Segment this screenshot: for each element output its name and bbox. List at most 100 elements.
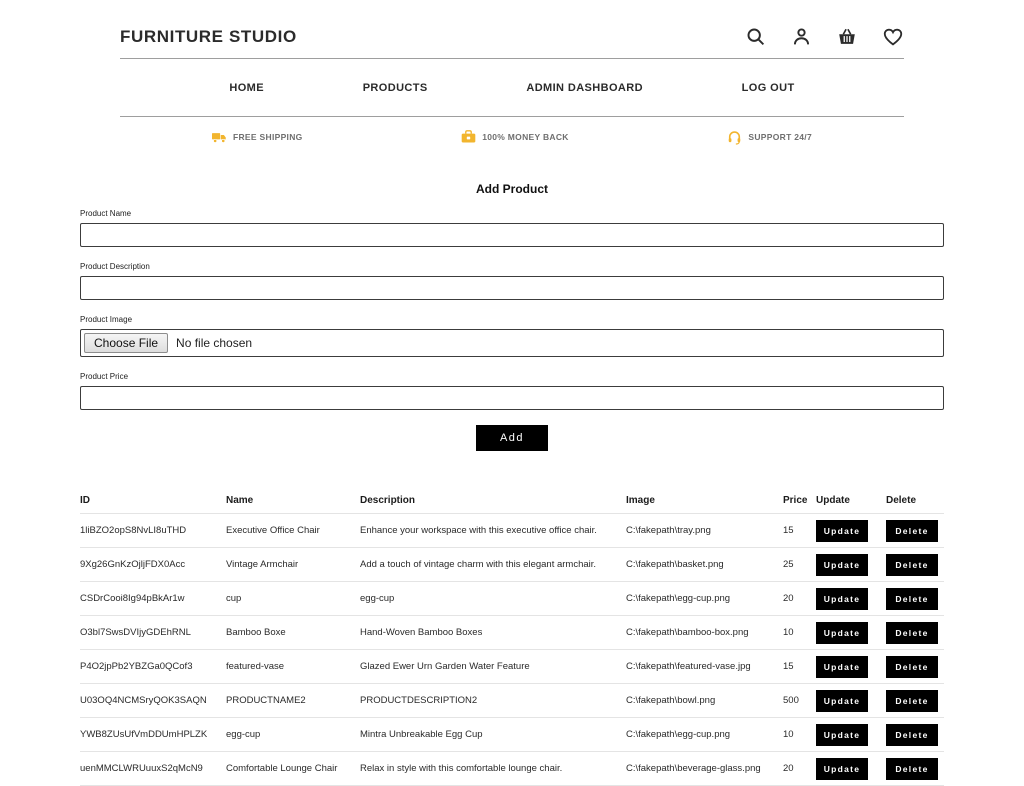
delete-button[interactable]: Delete xyxy=(886,689,938,712)
feature-label: SUPPORT 24/7 xyxy=(748,132,812,142)
update-button[interactable]: Update xyxy=(816,689,868,712)
delete-button[interactable]: Delete xyxy=(886,519,938,542)
cell-name: Bamboo Boxe xyxy=(226,627,286,638)
update-button[interactable]: Update xyxy=(816,587,868,610)
col-header-image: Image xyxy=(626,494,655,506)
cell-price: 15 xyxy=(783,661,794,672)
product-table-body: 1liBZO2opS8NvLI8uTHD Executive Office Ch… xyxy=(80,514,944,786)
product-name-label: Product Name xyxy=(80,209,132,218)
delete-button[interactable]: Delete xyxy=(886,621,938,644)
add-button[interactable]: Add xyxy=(475,425,549,451)
cell-id: O3bl7SwsDVIjyGDEhRNL xyxy=(80,627,191,638)
cell-image: C:\fakepath\beverage-glass.png xyxy=(626,763,761,774)
cell-name: Executive Office Chair xyxy=(226,525,320,536)
product-name-input[interactable] xyxy=(80,223,944,247)
cell-id: uenMMCLWRUuuxS2qMcN9 xyxy=(80,763,203,774)
product-image-file-input[interactable]: Choose File No file chosen xyxy=(80,329,944,357)
feature-free-shipping: FREE SHIPPING xyxy=(212,130,303,145)
headset-icon xyxy=(727,130,742,145)
features-strip: FREE SHIPPING 100% MONEY BACK SUPPORT 24… xyxy=(212,117,812,157)
cell-id: CSDrCooi8Ig94pBkAr1w xyxy=(80,593,185,604)
cell-name: cup xyxy=(226,593,242,604)
wishlist-heart-icon[interactable] xyxy=(882,26,904,48)
cell-price: 20 xyxy=(783,593,794,604)
product-price-input[interactable] xyxy=(80,386,944,410)
cell-price: 20 xyxy=(783,763,794,774)
nav-home[interactable]: HOME xyxy=(229,82,264,94)
cell-name: Comfortable Lounge Chair xyxy=(226,763,338,774)
delete-button[interactable]: Delete xyxy=(886,587,938,610)
cell-name: featured-vase xyxy=(226,661,285,672)
cart-icon[interactable] xyxy=(836,26,858,48)
page: FURNITURE STUDIO HOME PRODUCTS ADMIN DAS… xyxy=(0,0,1024,786)
col-header-description: Description xyxy=(360,494,416,506)
delete-button[interactable]: Delete xyxy=(886,655,938,678)
cell-price: 10 xyxy=(783,729,794,740)
nav-admin-dashboard[interactable]: ADMIN DASHBOARD xyxy=(526,82,643,94)
cell-image: C:\fakepath\bowl.png xyxy=(626,695,716,706)
brand-logo[interactable]: FURNITURE STUDIO xyxy=(120,27,297,47)
file-status-text: No file chosen xyxy=(176,336,253,350)
cell-image: C:\fakepath\bamboo-box.png xyxy=(626,627,749,638)
table-row: 9Xg26GnKzOjljFDX0Acc Vintage Armchair Ad… xyxy=(80,548,944,582)
money-back-icon xyxy=(461,130,476,145)
product-description-label: Product Description xyxy=(80,262,150,271)
col-header-price: Price xyxy=(783,494,808,506)
table-header-row: ID Name Description Image Price Update D… xyxy=(80,487,944,514)
header-icons xyxy=(744,26,904,48)
col-header-name: Name xyxy=(226,494,254,506)
cell-price: 10 xyxy=(783,627,794,638)
feature-label: 100% MONEY BACK xyxy=(482,132,569,142)
table-row: P4O2jpPb2YBZGa0QCof3 featured-vase Glaze… xyxy=(80,650,944,684)
update-button[interactable]: Update xyxy=(816,655,868,678)
update-button[interactable]: Update xyxy=(816,757,868,780)
products-table: ID Name Description Image Price Update D… xyxy=(80,487,944,786)
table-row: CSDrCooi8Ig94pBkAr1w cup egg-cup C:\fake… xyxy=(80,582,944,616)
main-content: Add Product Product Name Product Descrip… xyxy=(80,182,944,786)
cell-id: U03OQ4NCMSryQOK3SAQN xyxy=(80,695,207,706)
cell-image: C:\fakepath\basket.png xyxy=(626,559,724,570)
cell-description: Hand-Woven Bamboo Boxes xyxy=(360,627,483,638)
product-price-label: Product Price xyxy=(80,372,129,381)
cell-id: YWB8ZUsUfVmDDUmHPLZK xyxy=(80,729,208,740)
cell-id: 1liBZO2opS8NvLI8uTHD xyxy=(80,525,187,536)
delete-button[interactable]: Delete xyxy=(886,757,938,780)
feature-label: FREE SHIPPING xyxy=(233,132,303,142)
account-icon[interactable] xyxy=(790,26,812,48)
truck-icon xyxy=(212,130,227,145)
col-header-delete: Delete xyxy=(886,494,917,506)
cell-description: egg-cup xyxy=(360,593,395,604)
add-product-form: Product Name Product Description Product… xyxy=(80,209,944,451)
cell-image: C:\fakepath\egg-cup.png xyxy=(626,729,731,740)
cell-price: 25 xyxy=(783,559,794,570)
col-header-id: ID xyxy=(80,494,90,506)
cell-name: PRODUCTNAME2 xyxy=(226,695,306,706)
delete-button[interactable]: Delete xyxy=(886,723,938,746)
search-icon[interactable] xyxy=(744,26,766,48)
main-nav: HOME PRODUCTS ADMIN DASHBOARD LOG OUT xyxy=(120,59,904,116)
update-button[interactable]: Update xyxy=(816,723,868,746)
delete-button[interactable]: Delete xyxy=(886,553,938,576)
cell-image: C:\fakepath\featured-vase.jpg xyxy=(626,661,751,672)
choose-file-button[interactable]: Choose File xyxy=(84,333,169,353)
add-product-title: Add Product xyxy=(476,182,548,196)
table-row: 1liBZO2opS8NvLI8uTHD Executive Office Ch… xyxy=(80,514,944,548)
update-button[interactable]: Update xyxy=(816,553,868,576)
cell-description: Add a touch of vintage charm with this e… xyxy=(360,559,597,570)
product-description-input[interactable] xyxy=(80,276,944,300)
table-row: U03OQ4NCMSryQOK3SAQN PRODUCTNAME2 PRODUC… xyxy=(80,684,944,718)
cell-image: C:\fakepath\egg-cup.png xyxy=(626,593,731,604)
header: FURNITURE STUDIO xyxy=(120,0,904,58)
cell-image: C:\fakepath\tray.png xyxy=(626,525,711,536)
nav-products[interactable]: PRODUCTS xyxy=(363,82,428,94)
update-button[interactable]: Update xyxy=(816,621,868,644)
cell-price: 15 xyxy=(783,525,794,536)
nav-log-out[interactable]: LOG OUT xyxy=(742,82,795,94)
table-row: O3bl7SwsDVIjyGDEhRNL Bamboo Boxe Hand-Wo… xyxy=(80,616,944,650)
update-button[interactable]: Update xyxy=(816,519,868,542)
table-row: YWB8ZUsUfVmDDUmHPLZK egg-cup Mintra Unbr… xyxy=(80,718,944,752)
cell-description: Enhance your workspace with this executi… xyxy=(360,525,597,536)
feature-money-back: 100% MONEY BACK xyxy=(461,130,569,145)
table-row: uenMMCLWRUuuxS2qMcN9 Comfortable Lounge … xyxy=(80,752,944,786)
cell-name: Vintage Armchair xyxy=(226,559,299,570)
